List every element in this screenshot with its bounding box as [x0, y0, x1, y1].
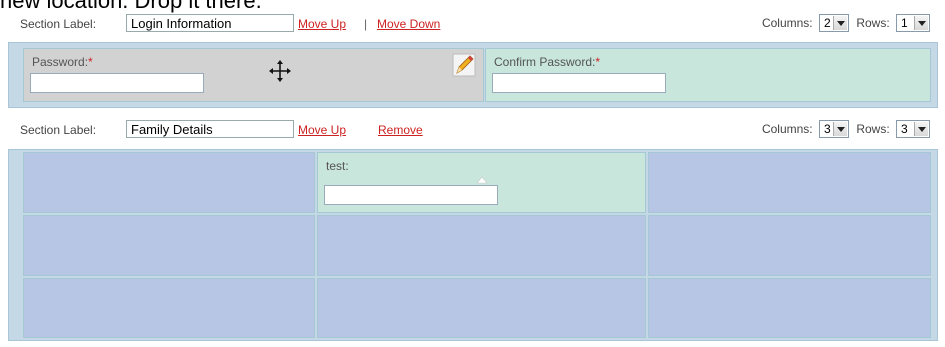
- move-arrows-icon[interactable]: [268, 59, 292, 83]
- empty-grid-cell[interactable]: [317, 278, 646, 338]
- section-header-family: Section Label: Family Details Move Up Re…: [8, 118, 938, 140]
- empty-grid-cell[interactable]: [23, 278, 315, 338]
- cursor-caret-icon: [476, 176, 488, 184]
- field-label: Password:*: [32, 55, 93, 69]
- columns-select[interactable]: 2: [818, 14, 849, 32]
- columns-select[interactable]: 3: [818, 120, 849, 138]
- chevron-down-icon[interactable]: [832, 16, 847, 30]
- empty-grid-cell[interactable]: [648, 215, 931, 276]
- section-label-input[interactable]: Login Information: [126, 14, 294, 32]
- columns-value: 2: [823, 16, 831, 30]
- required-mark: *: [88, 55, 93, 69]
- confirm-password-input[interactable]: [492, 73, 666, 93]
- link-separator: |: [364, 17, 368, 31]
- chevron-down-icon[interactable]: [832, 122, 847, 136]
- remove-link[interactable]: Remove: [378, 123, 423, 137]
- section-grid-family: test:: [8, 149, 938, 341]
- field-label: test:: [326, 159, 349, 173]
- section-label-caption: Section Label:: [20, 123, 97, 137]
- chevron-down-icon[interactable]: [914, 16, 928, 30]
- section-label-input[interactable]: Family Details: [126, 120, 294, 138]
- field-cell-confirm-password[interactable]: Confirm Password:*: [485, 48, 931, 102]
- empty-grid-cell[interactable]: [23, 152, 315, 213]
- required-mark: *: [595, 55, 601, 69]
- empty-grid-cell[interactable]: [648, 278, 931, 338]
- section-header-login: Section Label: Login Information Move Up…: [8, 12, 938, 34]
- password-input[interactable]: [30, 73, 204, 93]
- empty-grid-cell[interactable]: [648, 152, 931, 213]
- columns-label: Columns:: [761, 16, 813, 30]
- move-down-link[interactable]: Move Down: [377, 17, 440, 31]
- chevron-down-icon[interactable]: [914, 122, 928, 136]
- empty-grid-cell[interactable]: [23, 215, 315, 276]
- field-label: Confirm Password:*: [494, 55, 601, 69]
- rows-value: 1: [901, 16, 908, 30]
- test-input[interactable]: [324, 185, 498, 205]
- section-grid-login: Password:* Confirm Password:*: [8, 42, 938, 108]
- field-cell-password[interactable]: Password:*: [23, 48, 484, 102]
- rows-label: Rows:: [856, 122, 890, 136]
- grid-size-controls: Columns: 2 Rows: 1: [762, 14, 930, 34]
- rows-label: Rows:: [856, 16, 890, 30]
- move-up-link[interactable]: Move Up: [298, 123, 346, 137]
- field-cell-test[interactable]: test:: [317, 152, 646, 213]
- pencil-icon[interactable]: [451, 52, 477, 78]
- rows-select[interactable]: 1: [896, 14, 930, 32]
- grid-size-controls: Columns: 3 Rows: 3: [762, 120, 930, 140]
- columns-label: Columns:: [761, 122, 813, 136]
- columns-value: 3: [823, 122, 831, 136]
- rows-select[interactable]: 3: [896, 120, 930, 138]
- empty-grid-cell[interactable]: [317, 215, 646, 276]
- section-label-caption: Section Label:: [20, 17, 97, 31]
- rows-value: 3: [901, 122, 908, 136]
- move-up-link[interactable]: Move Up: [298, 17, 346, 31]
